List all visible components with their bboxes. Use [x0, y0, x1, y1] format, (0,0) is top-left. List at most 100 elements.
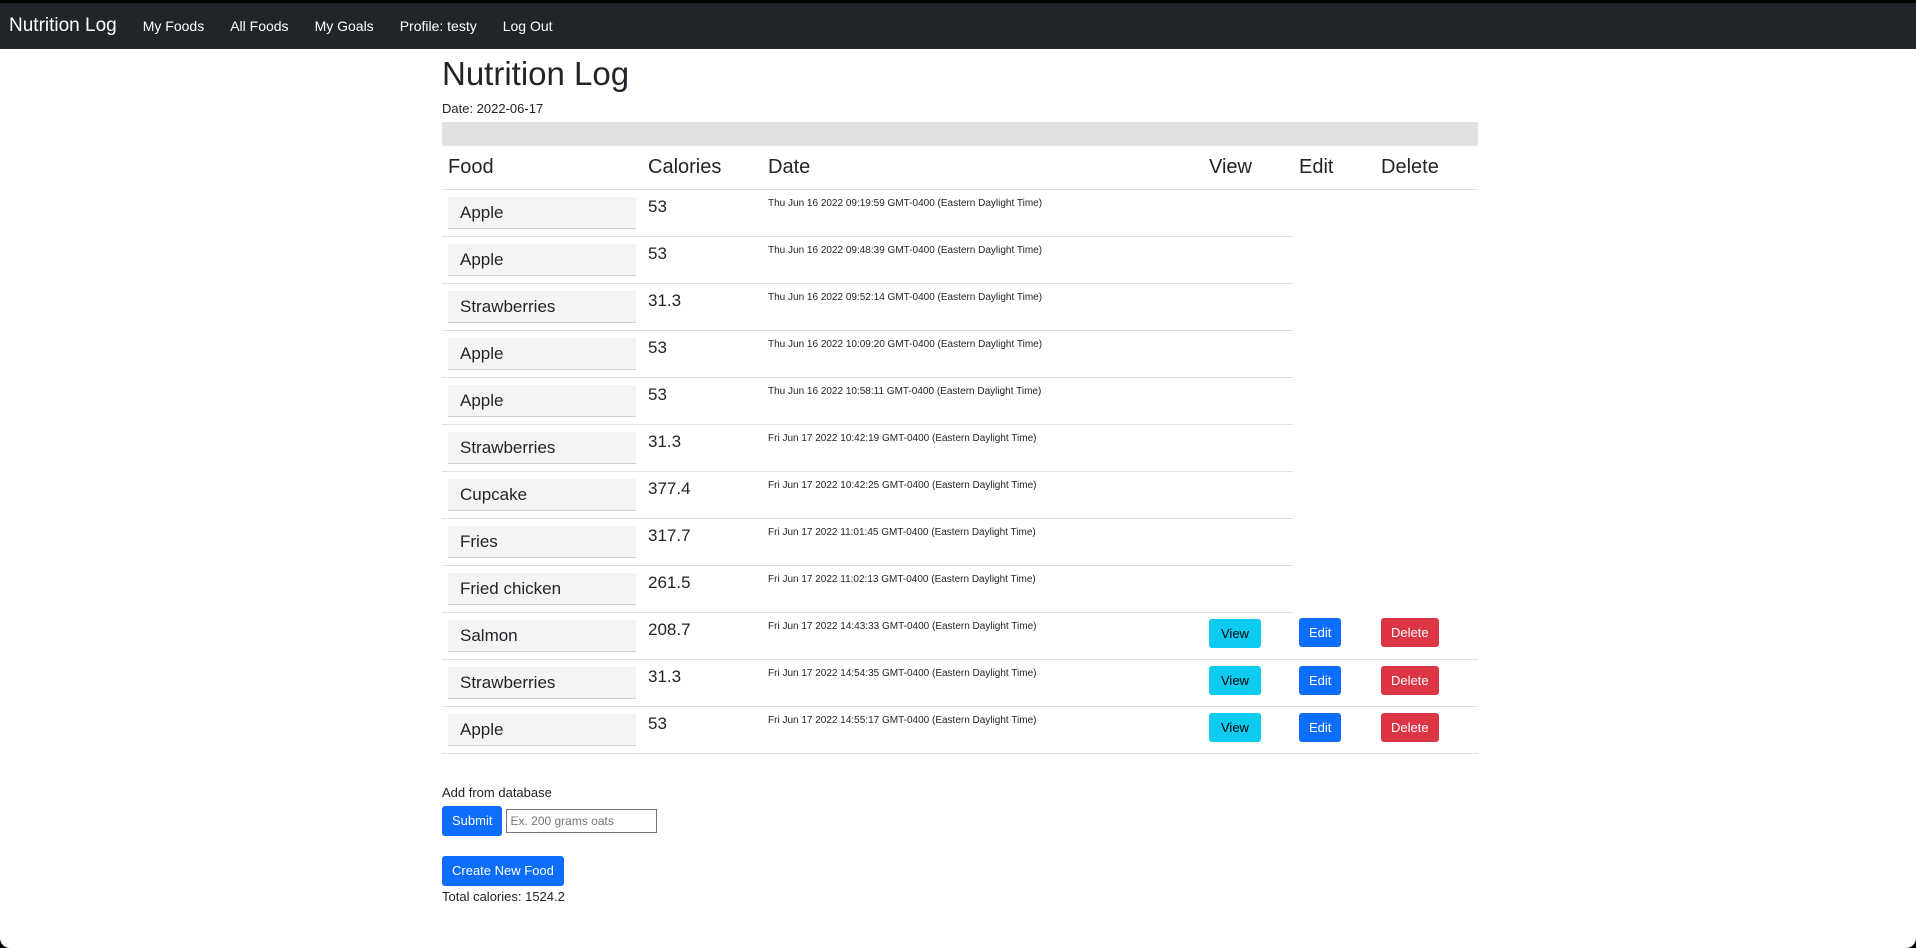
calories-cell: 208.7 — [642, 612, 762, 660]
table-body: Apple 53 Thu Jun 16 2022 09:19:59 GMT-0400… — [442, 189, 1478, 754]
calories-cell: 261.5 — [642, 565, 762, 613]
table-row: Apple 53 Fri Jun 17 2022 14:55:17 GMT-0400… — [442, 706, 1478, 754]
food-cell: Apple — [442, 706, 642, 754]
column-header-calories: Calories — [642, 146, 762, 190]
food-name: Cupcake — [448, 478, 636, 511]
food-name: Apple — [448, 337, 636, 370]
food-name: Salmon — [448, 619, 636, 652]
food-cell: Cupcake — [442, 471, 642, 519]
table-row: Apple 53 Thu Jun 16 2022 09:19:59 GMT-0400… — [442, 189, 1478, 237]
table-row: Strawberries 31.3 Fri Jun 17 2022 10:42:19… — [442, 424, 1478, 472]
delete-cell — [1375, 471, 1478, 518]
view-button[interactable]: View — [1209, 665, 1261, 695]
date-cell: Thu Jun 16 2022 10:58:11 GMT-0400 (Easte… — [762, 377, 1203, 425]
delete-cell — [1375, 565, 1478, 612]
column-header-food: Food — [442, 146, 642, 190]
edit-cell — [1293, 518, 1375, 565]
delete-button[interactable]: Delete — [1381, 712, 1439, 742]
summary-bar — [442, 122, 1478, 146]
delete-cell — [1375, 236, 1478, 283]
add-food-form: Submit — [442, 805, 1478, 836]
food-cell: Apple — [442, 236, 642, 284]
delete-button[interactable]: Delete — [1381, 618, 1439, 647]
nav-link-all-foods[interactable]: All Foods — [230, 18, 288, 34]
edit-cell: Edit — [1293, 612, 1375, 660]
delete-cell — [1375, 189, 1478, 236]
view-cell — [1203, 565, 1293, 613]
edit-button[interactable]: Edit — [1299, 712, 1342, 742]
food-name: Fries — [448, 525, 636, 558]
delete-button[interactable]: Delete — [1381, 665, 1439, 695]
table-header-row: Food Calories Date View Edit Delete — [442, 146, 1478, 190]
calories-cell: 53 — [642, 377, 762, 425]
table-row: Cupcake 377.4 Fri Jun 17 2022 10:42:25 GMT… — [442, 471, 1478, 519]
edit-button[interactable]: Edit — [1299, 665, 1342, 695]
nav-link-my-foods[interactable]: My Foods — [143, 18, 204, 34]
table-row: Apple 53 Thu Jun 16 2022 10:58:11 GMT-0400… — [442, 377, 1478, 425]
food-name: Fried chicken — [448, 572, 636, 605]
edit-cell — [1293, 565, 1375, 612]
edit-cell — [1293, 283, 1375, 330]
calories-cell: 53 — [642, 236, 762, 284]
column-header-date: Date — [762, 146, 1203, 190]
edit-cell: Edit — [1293, 659, 1375, 707]
nav-link-my-goals[interactable]: My Goals — [315, 18, 374, 34]
date-cell: Thu Jun 16 2022 09:48:39 GMT-0400 (Easte… — [762, 236, 1203, 284]
nav-link-profile[interactable]: Profile: testy — [400, 18, 477, 34]
calories-cell: 31.3 — [642, 424, 762, 472]
view-cell — [1203, 518, 1293, 566]
food-name: Apple — [448, 243, 636, 276]
delete-cell — [1375, 424, 1478, 471]
edit-cell — [1293, 377, 1375, 424]
view-button[interactable]: View — [1209, 618, 1261, 648]
food-cell: Apple — [442, 189, 642, 237]
date-label: Date: 2022-06-17 — [442, 101, 544, 116]
date-cell: Fri Jun 17 2022 14:55:17 GMT-0400 (Easte… — [762, 706, 1203, 754]
date-cell: Fri Jun 17 2022 14:43:33 GMT-0400 (Easte… — [762, 612, 1203, 660]
edit-button[interactable]: Edit — [1299, 618, 1342, 647]
calories-cell: 53 — [642, 330, 762, 378]
date-cell: Fri Jun 17 2022 10:42:25 GMT-0400 (Easte… — [762, 471, 1203, 519]
page-title: Nutrition Log — [442, 55, 630, 92]
view-button[interactable]: View — [1209, 712, 1261, 742]
calories-cell: 31.3 — [642, 283, 762, 331]
view-cell: View — [1203, 659, 1293, 707]
food-cell: Strawberries — [442, 424, 642, 472]
table-row: Salmon 208.7 Fri Jun 17 2022 14:43:33 GMT-… — [442, 612, 1478, 660]
edit-cell — [1293, 424, 1375, 471]
edit-cell — [1293, 236, 1375, 283]
edit-cell — [1293, 189, 1375, 236]
top-navbar: Nutrition Log My Foods All Foods My Goal… — [0, 3, 1916, 49]
food-cell: Strawberries — [442, 659, 642, 707]
view-cell — [1203, 236, 1293, 284]
navbar-brand[interactable]: Nutrition Log — [9, 15, 117, 37]
total-calories: Total calories: 1524.2 — [442, 888, 565, 904]
view-cell — [1203, 424, 1293, 472]
table-row: Strawberries 31.3 Thu Jun 16 2022 09:52:14… — [442, 283, 1478, 331]
calories-cell: 31.3 — [642, 659, 762, 707]
food-name: Strawberries — [448, 666, 636, 699]
view-cell — [1203, 330, 1293, 378]
add-from-database-label: Add from database — [442, 784, 552, 800]
delete-cell: Delete — [1375, 659, 1478, 707]
edit-cell: Edit — [1293, 706, 1375, 754]
date-cell: Fri Jun 17 2022 11:01:45 GMT-0400 (Easte… — [762, 518, 1203, 566]
date-cell: Fri Jun 17 2022 10:42:19 GMT-0400 (Easte… — [762, 424, 1203, 472]
delete-cell: Delete — [1375, 612, 1478, 660]
view-cell: View — [1203, 706, 1293, 754]
delete-cell — [1375, 377, 1478, 424]
add-food-input[interactable] — [506, 808, 658, 833]
food-cell: Apple — [442, 377, 642, 425]
column-header-edit: Edit — [1293, 146, 1375, 190]
submit-button[interactable]: Submit — [442, 805, 503, 836]
view-cell: View — [1203, 612, 1293, 660]
view-cell — [1203, 189, 1293, 237]
calories-cell: 53 — [642, 706, 762, 754]
nav-link-log-out[interactable]: Log Out — [503, 18, 553, 34]
delete-cell — [1375, 283, 1478, 330]
table-row: Apple 53 Thu Jun 16 2022 10:09:20 GMT-0400… — [442, 330, 1478, 378]
date-cell: Thu Jun 16 2022 09:52:14 GMT-0400 (Easte… — [762, 283, 1203, 331]
calories-cell: 317.7 — [642, 518, 762, 566]
food-cell: Salmon — [442, 612, 642, 660]
create-new-food-button[interactable]: Create New Food — [442, 855, 564, 886]
